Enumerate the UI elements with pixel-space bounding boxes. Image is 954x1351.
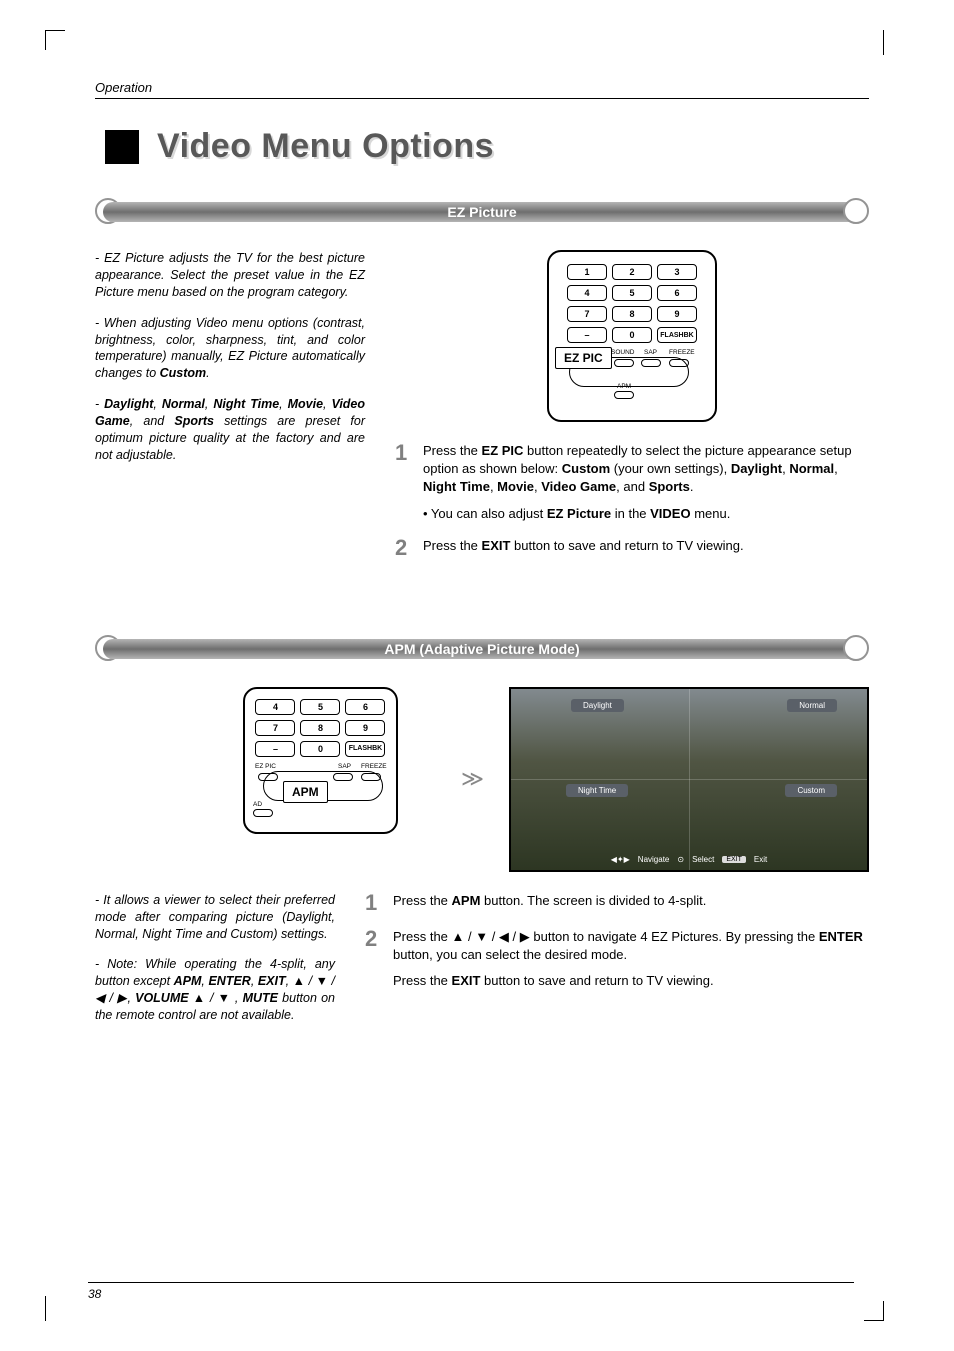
quad-label: Normal bbox=[787, 699, 837, 712]
apm-screen-preview: Daylight Normal Night Time Custom ◀✦▶ Na… bbox=[509, 687, 869, 872]
t: , bbox=[251, 974, 258, 988]
key: 8 bbox=[300, 720, 340, 736]
mid: , and bbox=[130, 414, 175, 428]
page-title: Video Menu Options bbox=[157, 127, 494, 166]
step-number: 1 bbox=[395, 442, 413, 523]
key: 2 bbox=[612, 264, 652, 280]
step-body: Press the ▲ / ▼ / ◀ / ▶ button to naviga… bbox=[393, 928, 869, 991]
step-body: Press the EXIT button to save and return… bbox=[423, 537, 869, 559]
key: 4 bbox=[255, 699, 295, 715]
page-title-row: Video Menu Options bbox=[105, 127, 869, 166]
screen-footer: ◀✦▶ Navigate ⊙ Select EXIT Exit bbox=[511, 855, 867, 864]
pill bbox=[361, 773, 381, 781]
key: 5 bbox=[300, 699, 340, 715]
key: 8 bbox=[612, 306, 652, 322]
t: MUTE bbox=[243, 991, 278, 1005]
pill bbox=[258, 773, 278, 781]
ezpic-callout: EZ PIC bbox=[555, 347, 612, 369]
nav-icon: ◀✦▶ bbox=[611, 855, 630, 864]
lbl: AD bbox=[253, 801, 262, 808]
footer-rule bbox=[88, 1282, 854, 1283]
remote-diagram-ez: 1 2 3 4 5 6 7 8 9 – bbox=[547, 250, 717, 422]
quad-label: Night Time bbox=[566, 784, 628, 797]
pill bbox=[641, 359, 661, 367]
lbl: FREEZE bbox=[361, 763, 387, 770]
select-icon: ⊙ bbox=[677, 855, 684, 864]
mode: Movie bbox=[288, 397, 323, 411]
ez-intro2a: When adjusting Video menu options (contr… bbox=[95, 316, 365, 381]
exit-label: Exit bbox=[754, 855, 767, 864]
lbl: APM bbox=[617, 383, 631, 390]
section-header-apm: APM (Adaptive Picture Mode) bbox=[95, 633, 869, 665]
key: – bbox=[255, 741, 295, 757]
key: FLASHBK bbox=[345, 741, 385, 757]
key: 3 bbox=[657, 264, 697, 280]
t: VOLUME bbox=[135, 991, 188, 1005]
ez-intro2b: Custom bbox=[160, 366, 207, 380]
key: 9 bbox=[345, 720, 385, 736]
pill bbox=[669, 359, 689, 367]
step-number: 2 bbox=[365, 928, 383, 991]
mode: Night Time bbox=[213, 397, 279, 411]
quad-label: Daylight bbox=[571, 699, 624, 712]
pill bbox=[614, 359, 634, 367]
select-label: Select bbox=[692, 855, 714, 864]
section-header-ez: EZ Picture bbox=[95, 196, 869, 228]
pill bbox=[253, 809, 273, 817]
lbl: FREEZE bbox=[669, 349, 695, 356]
ez-steps: 1 Press the EZ PIC button repeatedly to … bbox=[395, 442, 869, 559]
key: FLASHBK bbox=[657, 327, 697, 343]
key: 1 bbox=[567, 264, 607, 280]
pill bbox=[614, 391, 634, 399]
key: 6 bbox=[345, 699, 385, 715]
key: 4 bbox=[567, 285, 607, 301]
t: ENTER bbox=[208, 974, 250, 988]
mode: Normal bbox=[162, 397, 205, 411]
lbl: SAP bbox=[338, 763, 351, 770]
apm-steps: 1 Press the APM button. The screen is di… bbox=[365, 892, 869, 991]
quad-label: Custom bbox=[785, 784, 837, 797]
key: 0 bbox=[612, 327, 652, 343]
key: 0 bbox=[300, 741, 340, 757]
lbl: EZ PIC bbox=[255, 763, 276, 770]
apm-left1: It allows a viewer to select their prefe… bbox=[95, 893, 335, 941]
arrow-icon: ≫ bbox=[456, 766, 489, 792]
t: ▲ / ▼ , bbox=[189, 991, 243, 1005]
mode: Daylight bbox=[104, 397, 153, 411]
exit-badge: EXIT bbox=[722, 856, 746, 863]
key: 7 bbox=[567, 306, 607, 322]
mode: Sports bbox=[174, 414, 214, 428]
step-body: Press the EZ PIC button repeatedly to se… bbox=[423, 442, 869, 523]
step-number: 2 bbox=[395, 537, 413, 559]
remote-diagram-apm: 4 5 6 7 8 9 – 0 FLASHBK bbox=[243, 687, 398, 834]
section-header-label: APM (Adaptive Picture Mode) bbox=[95, 639, 869, 659]
section-header-label: EZ Picture bbox=[95, 202, 869, 222]
apm-callout: APM bbox=[283, 781, 328, 803]
step-number: 1 bbox=[365, 892, 383, 914]
key: 5 bbox=[612, 285, 652, 301]
pill bbox=[333, 773, 353, 781]
ez-intro-column: - EZ Picture adjusts the TV for the best… bbox=[95, 250, 365, 573]
key: 7 bbox=[255, 720, 295, 736]
page-number: 38 bbox=[88, 1287, 101, 1301]
key: – bbox=[567, 327, 607, 343]
running-header: Operation bbox=[95, 80, 869, 99]
lbl: SOUND bbox=[611, 349, 634, 356]
t: EXIT bbox=[258, 974, 286, 988]
apm-intro-column: - It allows a viewer to select their pre… bbox=[95, 892, 335, 1038]
crop-mark bbox=[45, 1296, 47, 1321]
lbl: SAP bbox=[644, 349, 657, 356]
title-bullet bbox=[105, 130, 139, 164]
ez-intro1: EZ Picture adjusts the TV for the best p… bbox=[95, 251, 365, 299]
key: 6 bbox=[657, 285, 697, 301]
ez-intro2c: . bbox=[206, 366, 209, 380]
step-body: Press the APM button. The screen is divi… bbox=[393, 892, 869, 914]
t: APM bbox=[174, 974, 202, 988]
key: 9 bbox=[657, 306, 697, 322]
nav-label: Navigate bbox=[638, 855, 670, 864]
